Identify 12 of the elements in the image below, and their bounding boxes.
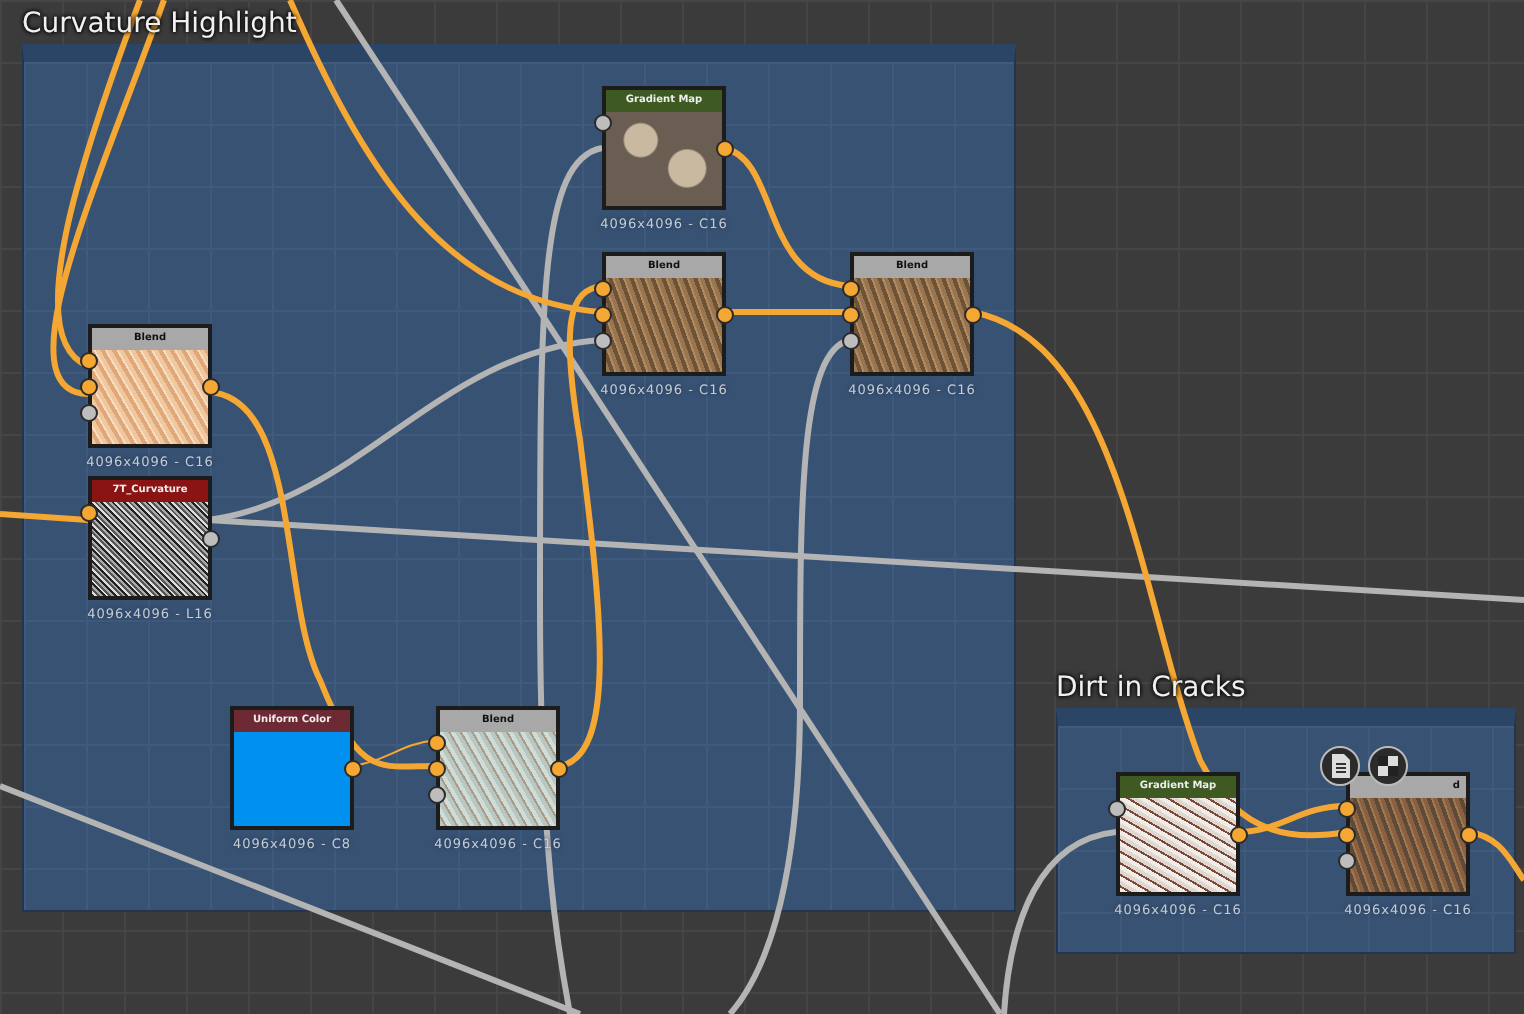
- texture-thumbnail: [92, 502, 208, 596]
- texture-thumbnail: [606, 112, 722, 206]
- texture-thumbnail: [92, 350, 208, 444]
- texture-thumbnail: [854, 278, 970, 372]
- checker-icon[interactable]: [1368, 746, 1408, 786]
- texture-thumbnail: [1120, 798, 1236, 892]
- texture-thumbnail: [1350, 798, 1466, 892]
- document-icon[interactable]: [1320, 746, 1360, 786]
- texture-thumbnail: [234, 732, 350, 826]
- texture-thumbnail: [440, 732, 556, 826]
- texture-thumbnail: [606, 278, 722, 372]
- wire: [0, 511, 89, 523]
